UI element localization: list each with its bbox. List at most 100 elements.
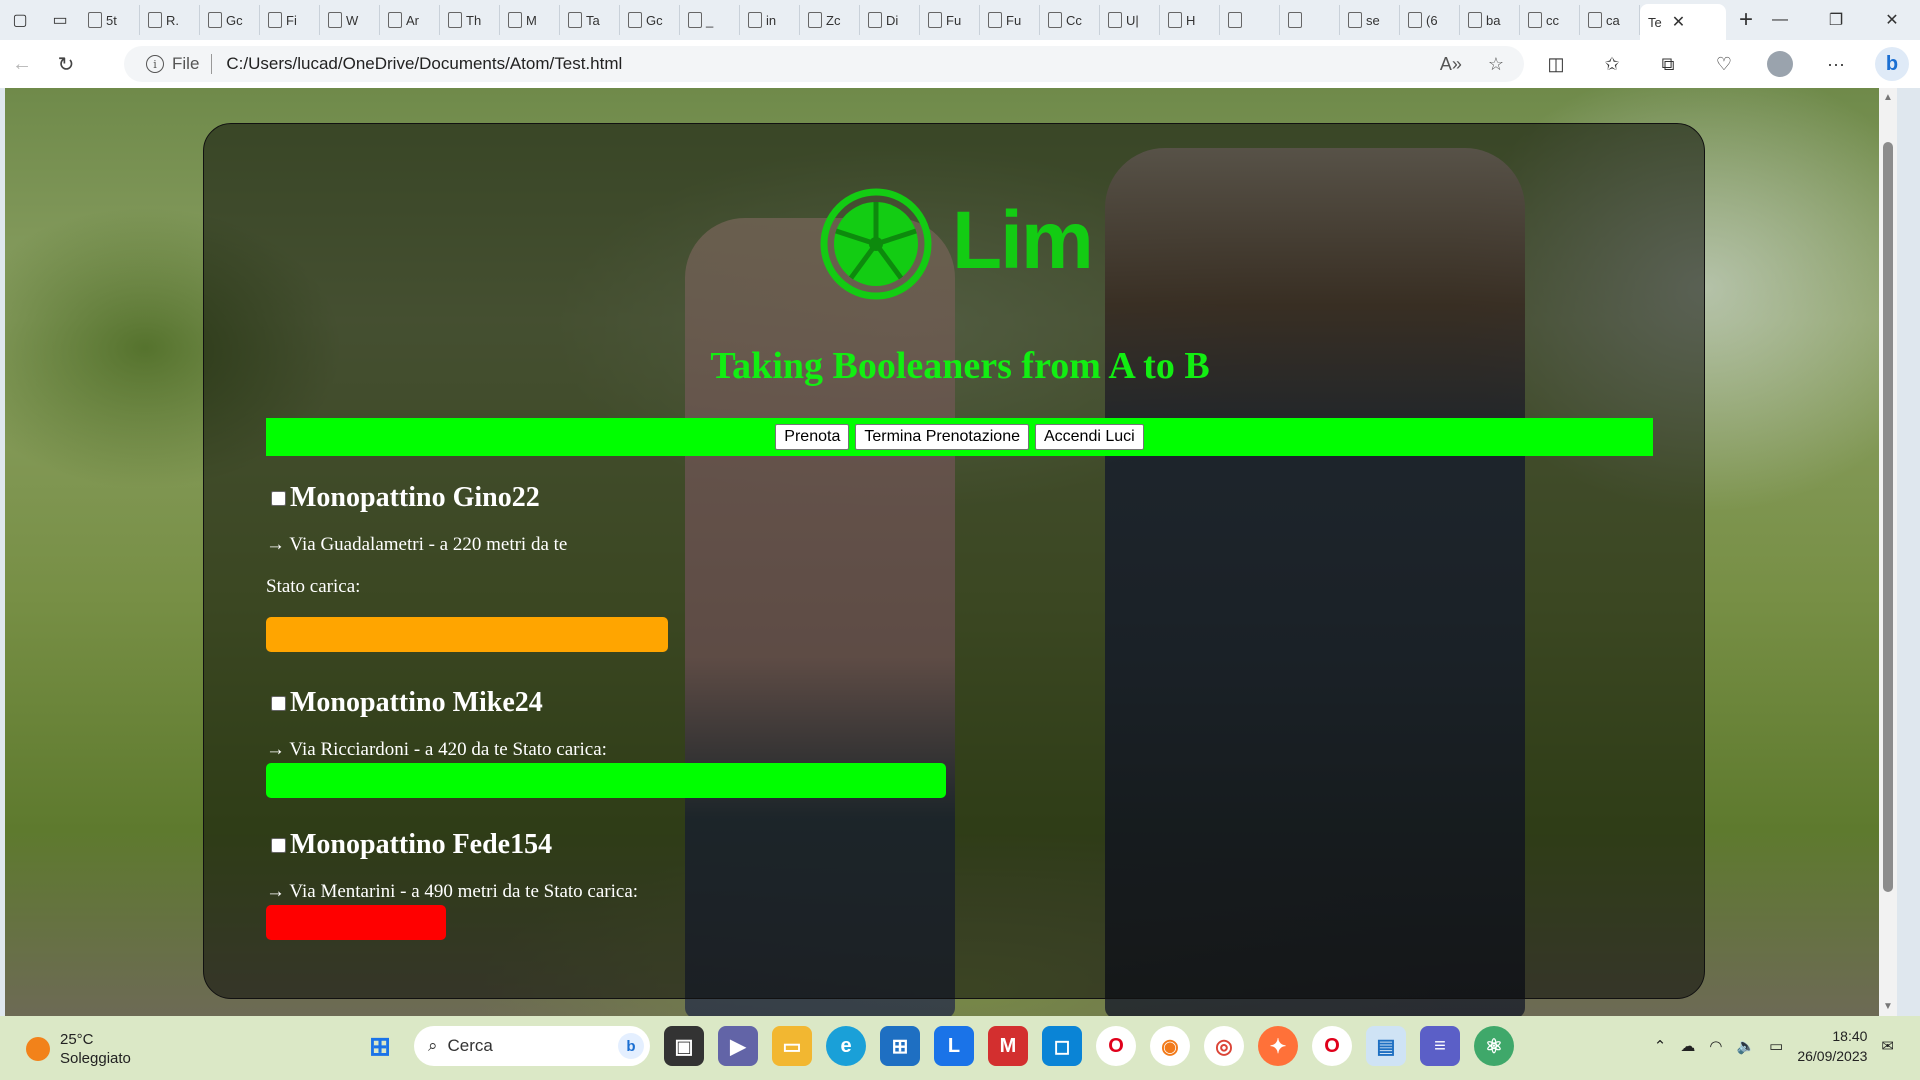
- scooter-checkbox[interactable]: [271, 490, 286, 506]
- tab[interactable]: (6: [1400, 5, 1460, 35]
- tab[interactable]: [1220, 5, 1280, 35]
- tab-label: Ar: [406, 12, 419, 28]
- wifi-icon[interactable]: ◠: [1709, 1037, 1722, 1055]
- app-square-icon[interactable]: ◻: [1042, 1026, 1082, 1066]
- address-bar[interactable]: i File C:/Users/lucad/OneDrive/Documents…: [124, 46, 1524, 82]
- bing-copilot-icon[interactable]: b: [1864, 40, 1920, 88]
- favorites-icon[interactable]: ✩: [1584, 40, 1640, 88]
- tab[interactable]: Ar: [380, 5, 440, 35]
- scroll-up-icon[interactable]: ▲: [1879, 92, 1897, 103]
- split-screen-icon[interactable]: ◫: [1528, 40, 1584, 88]
- tab[interactable]: ca: [1580, 5, 1640, 35]
- restore-icon[interactable]: ❐: [1808, 0, 1864, 40]
- browser-essentials-icon[interactable]: ♡: [1696, 40, 1752, 88]
- store-icon[interactable]: ⊞: [880, 1026, 920, 1066]
- collections-icon[interactable]: ⧉: [1640, 40, 1696, 88]
- file-explorer-icon[interactable]: ▭: [772, 1026, 812, 1066]
- workspaces-icon[interactable]: ▢: [0, 0, 40, 40]
- tab[interactable]: M: [500, 5, 560, 35]
- tab[interactable]: _: [680, 5, 740, 35]
- task-view-icon[interactable]: ▣: [664, 1026, 704, 1066]
- opera-icon[interactable]: O: [1096, 1026, 1136, 1066]
- firefox-icon[interactable]: ✦: [1258, 1026, 1298, 1066]
- scooter-checkbox[interactable]: [271, 837, 286, 853]
- tab[interactable]: Fu: [980, 5, 1040, 35]
- teams-icon[interactable]: ▶: [718, 1026, 758, 1066]
- onedrive-icon[interactable]: ☁: [1680, 1037, 1695, 1055]
- chat-app-icon[interactable]: ≡: [1420, 1026, 1460, 1066]
- tab[interactable]: Ta: [560, 5, 620, 35]
- edge-icon[interactable]: e: [826, 1026, 866, 1066]
- end-booking-button[interactable]: Termina Prenotazione: [855, 424, 1029, 450]
- tab[interactable]: W: [320, 5, 380, 35]
- scrollbar-thumb[interactable]: [1883, 142, 1893, 892]
- lime-app-icon[interactable]: L: [934, 1026, 974, 1066]
- clock-time: 18:40: [1832, 1028, 1868, 1044]
- atom-icon[interactable]: ⚛: [1474, 1026, 1514, 1066]
- book-button[interactable]: Prenota: [775, 424, 850, 450]
- chevron-up-icon[interactable]: ⌃: [1654, 1037, 1667, 1055]
- tab[interactable]: se: [1340, 5, 1400, 35]
- scooter-location: → Via Mentarini - a 490 metri da te Stat…: [266, 881, 639, 902]
- tab[interactable]: H: [1160, 5, 1220, 35]
- taskbar-search[interactable]: ⌕ Cerca b: [414, 1026, 650, 1066]
- info-icon[interactable]: i: [146, 55, 164, 73]
- battery-bar: [266, 617, 668, 652]
- scrollbar[interactable]: ▲ ▼: [1879, 88, 1897, 1016]
- tab[interactable]: Di: [860, 5, 920, 35]
- scooter-location: → Via Ricciardoni - a 420 da te Stato ca…: [266, 739, 607, 760]
- weather-widget[interactable]: 25°C Soleggiato: [26, 1030, 131, 1068]
- notification-icon[interactable]: ✉: [1881, 1037, 1894, 1055]
- tab-label: Gc: [646, 12, 663, 28]
- tab[interactable]: 5t: [80, 5, 140, 35]
- battery-icon[interactable]: ▭: [1769, 1037, 1783, 1055]
- refresh-icon[interactable]: ↻: [44, 44, 88, 84]
- tab[interactable]: Gc: [620, 5, 680, 35]
- tab[interactable]: Cc: [1040, 5, 1100, 35]
- scooter-checkbox[interactable]: [271, 695, 286, 711]
- scooter-title: Monopattino Mike24: [266, 687, 946, 719]
- close-tab-icon[interactable]: ✕: [1672, 12, 1685, 32]
- clock[interactable]: 18:40 26/09/2023: [1797, 1026, 1867, 1066]
- tab[interactable]: in: [740, 5, 800, 35]
- back-icon[interactable]: ←: [0, 44, 44, 84]
- tab-label: Te: [1648, 14, 1662, 30]
- search-icon: [1588, 12, 1602, 28]
- tab[interactable]: Fu: [920, 5, 980, 35]
- reddit-icon: [1168, 12, 1182, 28]
- tab[interactable]: U|: [1100, 5, 1160, 35]
- taskbar: 25°C Soleggiato ⊞ ⌕ Cerca b ▣ ▶ ▭ e ⊞ L …: [0, 1016, 1920, 1080]
- origin-icon[interactable]: ◉: [1150, 1026, 1190, 1066]
- minimize-icon[interactable]: —: [1752, 0, 1808, 40]
- bing-icon[interactable]: b: [618, 1033, 644, 1059]
- profile-avatar[interactable]: [1752, 40, 1808, 88]
- close-window-icon[interactable]: ✕: [1864, 0, 1920, 40]
- mcafee-icon[interactable]: M: [988, 1026, 1028, 1066]
- volume-icon[interactable]: 🔈: [1736, 1037, 1755, 1055]
- lime-slice-icon: [820, 188, 932, 300]
- chrome-icon[interactable]: ◎: [1204, 1026, 1244, 1066]
- turn-on-lights-button[interactable]: Accendi Luci: [1034, 424, 1144, 450]
- notepad-icon[interactable]: ▤: [1366, 1026, 1406, 1066]
- tab-active[interactable]: Te ✕: [1640, 4, 1726, 40]
- page-icon: [148, 12, 162, 28]
- tab[interactable]: ba: [1460, 5, 1520, 35]
- search-icon: [1528, 12, 1542, 28]
- tab[interactable]: Gc: [200, 5, 260, 35]
- address-url[interactable]: C:/Users/lucad/OneDrive/Documents/Atom/T…: [226, 54, 622, 74]
- tab-label: H: [1186, 12, 1196, 28]
- tab[interactable]: [1280, 5, 1340, 35]
- tab[interactable]: cc: [1520, 5, 1580, 35]
- vertical-tabs-icon[interactable]: ▭: [40, 0, 80, 40]
- more-menu-icon[interactable]: ···: [1808, 40, 1864, 88]
- tab[interactable]: Fi: [260, 5, 320, 35]
- favorite-star-icon[interactable]: ☆: [1488, 54, 1504, 75]
- read-aloud-icon[interactable]: A͏»: [1440, 54, 1462, 75]
- tab[interactable]: Zc: [800, 5, 860, 35]
- opera-gx-icon[interactable]: O: [1312, 1026, 1352, 1066]
- windows-start-icon[interactable]: ⊞: [360, 1026, 400, 1066]
- tab-label: U|: [1126, 12, 1139, 28]
- tab[interactable]: Th: [440, 5, 500, 35]
- tab[interactable]: R.: [140, 5, 200, 35]
- scroll-down-icon[interactable]: ▼: [1879, 1001, 1897, 1012]
